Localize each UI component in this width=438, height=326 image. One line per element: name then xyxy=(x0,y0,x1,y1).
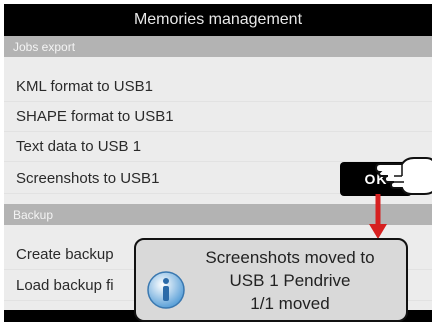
menu-item-text-export[interactable]: Text data to USB 1 xyxy=(4,132,432,162)
menu-item-label: SHAPE format to USB1 xyxy=(16,108,174,125)
menu-item-label: Text data to USB 1 xyxy=(16,138,142,155)
menu-item-shape-export[interactable]: SHAPE format to USB1 xyxy=(4,102,432,132)
menu-item-kml-export[interactable]: KML format to USB1 xyxy=(4,72,432,102)
menu-item-label: KML format to USB1 xyxy=(16,78,153,95)
dialog-line: USB 1 Pendrive xyxy=(229,271,351,290)
dialog-line: 1/1 moved xyxy=(250,294,330,313)
section-title: Jobs export xyxy=(13,39,76,54)
page-title: Memories management xyxy=(133,11,303,28)
title-bar: Memories management xyxy=(4,4,432,36)
notification-dialog: Screenshots moved to USB 1 Pendrive 1/1 … xyxy=(134,238,408,322)
dialog-message: Screenshots moved to USB 1 Pendrive 1/1 … xyxy=(178,246,402,315)
menu-item-label: Screenshots to USB1 xyxy=(16,170,160,187)
menu-item-label: Create backup xyxy=(16,246,114,263)
dialog-line: Screenshots moved to xyxy=(205,248,375,267)
section-header-jobs-export: Jobs export xyxy=(4,36,432,57)
pointing-hand-icon xyxy=(374,157,432,195)
down-arrow-icon xyxy=(369,194,387,239)
menu-item-label: Load backup fi xyxy=(16,277,114,294)
device-screen: Memories management Jobs export KML form… xyxy=(4,4,432,322)
section-title: Backup xyxy=(13,207,54,222)
